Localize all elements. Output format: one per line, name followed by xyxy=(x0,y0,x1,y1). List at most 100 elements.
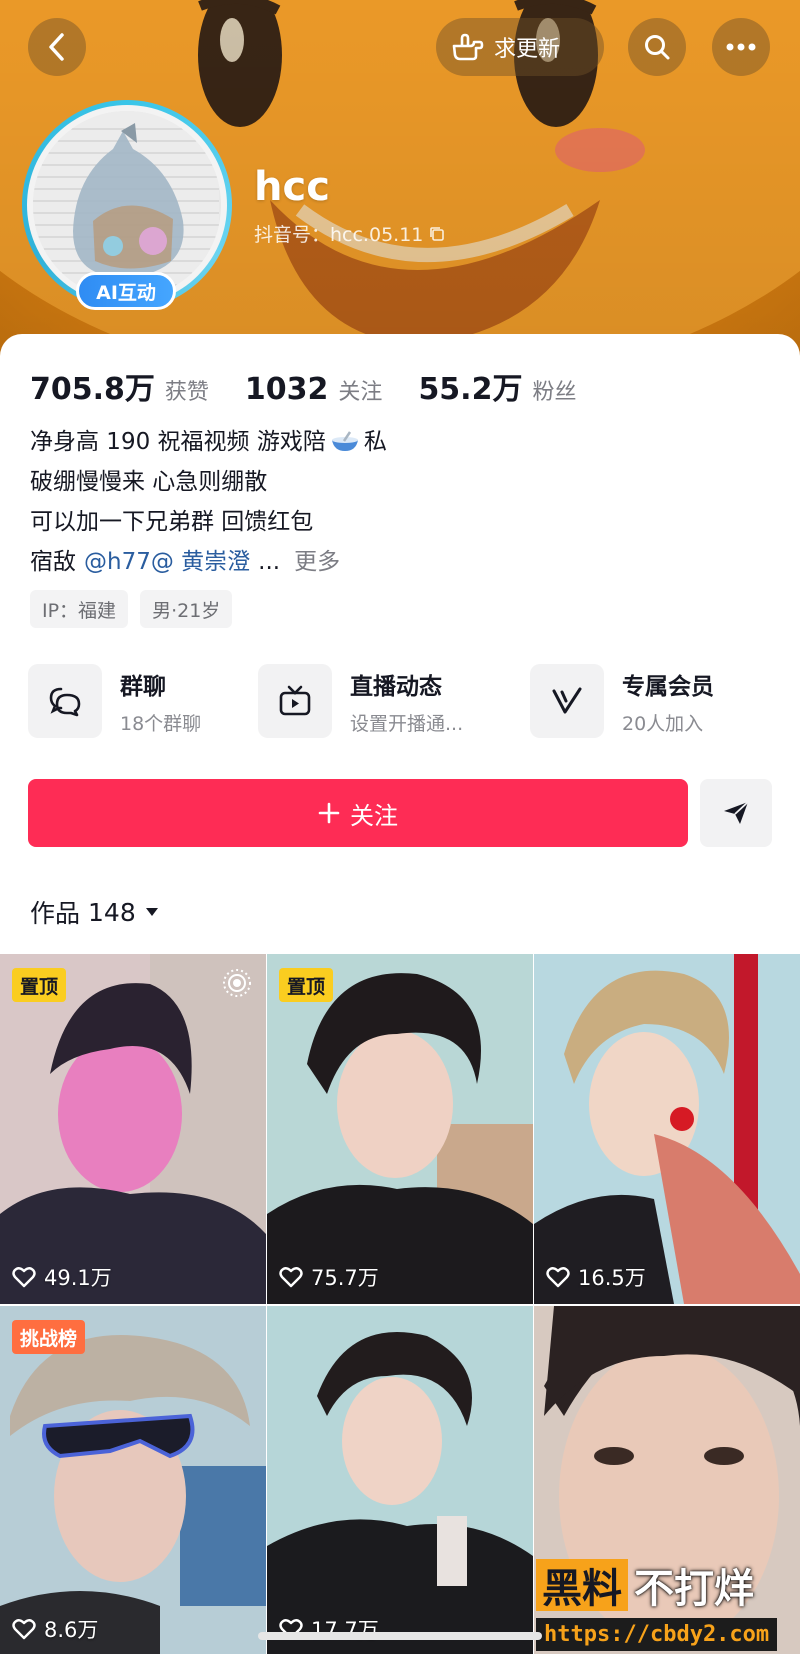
tv-icon xyxy=(279,685,311,716)
like-count: 16.5万 xyxy=(546,1262,646,1292)
chat-bubbles-icon xyxy=(49,687,81,717)
feature-title: 群聊 xyxy=(120,673,166,700)
video-thumbnail xyxy=(534,954,800,1304)
bio-text: 可以加一下兄弟群 回馈红包 xyxy=(30,509,314,535)
bio-ellipsis: ... xyxy=(258,549,281,575)
video-thumbnail xyxy=(267,1306,533,1654)
follow-button[interactable]: 关注 xyxy=(28,779,688,847)
video-tile[interactable]: 17.7万 xyxy=(267,1306,533,1654)
video-thumbnail xyxy=(0,954,266,1304)
bowl-emoji-icon xyxy=(331,431,358,451)
pinned-badge: 置顶 xyxy=(279,968,334,1002)
membership-icon-box xyxy=(530,664,604,738)
bio-mention-link[interactable]: @h77@ 黄崇澄 xyxy=(84,542,250,582)
copy-icon[interactable] xyxy=(429,226,445,242)
heart-icon xyxy=(12,1267,36,1288)
stats-row: 705.8万 获赞 1032 关注 55.2万 粉丝 xyxy=(30,364,612,408)
avatar-image xyxy=(33,111,219,297)
heart-icon xyxy=(12,1619,36,1640)
feature-live-updates[interactable]: 直播动态 设置开播通... xyxy=(258,664,463,738)
profile-tags: IP：福建 男·21岁 xyxy=(30,590,233,628)
stat-likes[interactable]: 705.8万 获赞 xyxy=(30,364,209,408)
more-options-button[interactable] xyxy=(712,18,770,76)
bio-text: 净身高 190 祝福视频 游戏陪 xyxy=(30,429,326,455)
feature-subtitle: 18个群聊 xyxy=(120,712,202,735)
gender-age-tag: 男·21岁 xyxy=(140,590,233,628)
bio-more-link[interactable]: 更多 xyxy=(294,542,340,582)
poke-hand-icon xyxy=(452,33,484,61)
video-tile[interactable]: 挑战榜 8.6万 xyxy=(0,1306,266,1654)
stat-following[interactable]: 1032 关注 xyxy=(245,372,383,407)
bio[interactable]: 净身高 190 祝福视频 游戏陪 私 破绷慢慢来 心急则绷散 可以加一下兄弟群 … xyxy=(30,422,387,582)
bio-text: 宿敌 xyxy=(30,549,76,575)
works-count: 148 xyxy=(88,897,136,927)
avatar xyxy=(33,111,221,299)
send-message-button[interactable] xyxy=(700,779,772,847)
bio-line: 宿敌 @h77@ 黄崇澄 ... 更多 xyxy=(30,542,387,582)
like-count: 75.7万 xyxy=(279,1262,379,1292)
pinned-badge: 置顶 xyxy=(12,968,67,1002)
bio-text: 破绷慢慢来 心急则绷散 xyxy=(30,469,268,495)
video-grid: 置顶 49.1万 置顶 75.7万 16.5万 挑战榜 8.6万 17.7万 xyxy=(0,954,800,1654)
works-tab[interactable]: 作品 148 xyxy=(30,894,160,930)
video-tile[interactable]: 置顶 75.7万 xyxy=(267,954,533,1304)
like-count: 8.6万 xyxy=(12,1614,98,1644)
video-thumbnail xyxy=(267,954,533,1304)
bio-text: 私 xyxy=(363,429,387,455)
plus-icon xyxy=(318,802,340,824)
stat-number: 1032 xyxy=(244,372,329,407)
bio-line: 破绷慢慢来 心急则绷散 xyxy=(30,462,387,502)
watermark-text-a: 黑料 xyxy=(536,1559,628,1612)
feature-group-chat[interactable]: 群聊 18个群聊 xyxy=(28,664,201,738)
caret-down-icon xyxy=(145,908,158,916)
feature-title: 专属会员 xyxy=(622,673,714,700)
like-count-value: 49.1万 xyxy=(44,1266,112,1290)
vip-v-icon xyxy=(552,687,582,714)
live-photo-icon xyxy=(223,969,251,997)
more-dots-icon xyxy=(726,43,756,51)
site-watermark: 黑料 不打烊 https://cbdy2.com xyxy=(536,1556,800,1654)
heart-icon xyxy=(546,1267,570,1288)
stat-followers[interactable]: 55.2万 粉丝 xyxy=(418,364,576,408)
stat-number: 55.2万 xyxy=(418,372,523,407)
feature-subtitle: 设置开播通... xyxy=(350,712,464,735)
watermark-url: https://cbdy2.com xyxy=(536,1618,778,1651)
bio-line: 净身高 190 祝福视频 游戏陪 私 xyxy=(30,422,387,462)
request-update-label: 求更新 xyxy=(494,37,561,62)
video-tile[interactable]: 16.5万 xyxy=(534,954,800,1304)
stat-label: 获赞 xyxy=(164,380,209,405)
chevron-left-icon xyxy=(49,33,64,61)
ai-interaction-badge[interactable]: AI互动 xyxy=(76,272,176,310)
bio-line: 可以加一下兄弟群 回馈红包 xyxy=(30,502,387,542)
feature-shortcuts: 群聊 18个群聊 直播动态 设置开播通... 专属会员 20人加入 xyxy=(28,664,772,744)
douyin-id-text: 抖音号：hcc.05.11 xyxy=(254,224,424,246)
challenge-badge: 挑战榜 xyxy=(12,1320,86,1354)
feature-membership[interactable]: 专属会员 20人加入 xyxy=(530,664,714,738)
home-indicator[interactable] xyxy=(258,1632,542,1640)
like-count-value: 8.6万 xyxy=(44,1618,99,1642)
feature-title: 直播动态 xyxy=(350,673,442,700)
stat-label: 粉丝 xyxy=(532,380,577,405)
like-count-value: 16.5万 xyxy=(578,1266,646,1290)
search-button[interactable] xyxy=(628,18,686,76)
follow-label: 关注 xyxy=(350,801,398,830)
back-button[interactable] xyxy=(28,18,86,76)
stat-label: 关注 xyxy=(338,380,383,405)
send-icon xyxy=(724,801,749,824)
watermark-text-b: 不打烊 xyxy=(634,1566,754,1612)
works-label: 作品 xyxy=(30,899,81,928)
like-count: 49.1万 xyxy=(12,1262,112,1292)
username: hcc xyxy=(254,164,330,210)
feature-subtitle: 20人加入 xyxy=(622,712,704,735)
douyin-id[interactable]: 抖音号：hcc.05.11 xyxy=(254,220,445,247)
request-update-button[interactable]: 求更新 xyxy=(436,18,604,76)
search-icon xyxy=(645,35,670,60)
ip-location-tag: IP：福建 xyxy=(30,590,129,628)
live-icon-box xyxy=(258,664,332,738)
group-chat-icon-box xyxy=(28,664,102,738)
video-thumbnail xyxy=(0,1306,266,1654)
heart-icon xyxy=(279,1267,303,1288)
like-count-value: 75.7万 xyxy=(311,1266,379,1290)
video-tile[interactable]: 置顶 49.1万 xyxy=(0,954,266,1304)
stat-number: 705.8万 xyxy=(30,372,155,407)
